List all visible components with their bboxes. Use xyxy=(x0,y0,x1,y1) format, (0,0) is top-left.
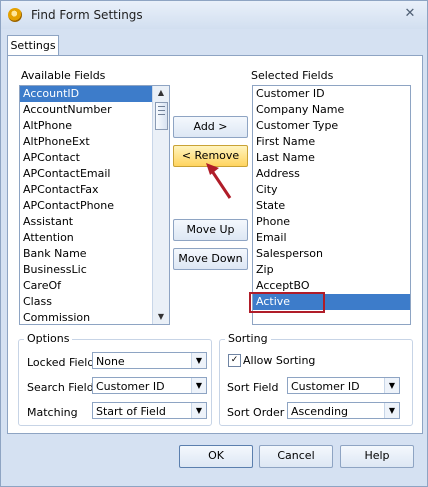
list-item[interactable]: AltPhone xyxy=(20,118,169,134)
list-item[interactable]: Customer Type xyxy=(253,118,410,134)
annotation-highlight-box xyxy=(249,292,325,313)
move-up-button[interactable]: Move Up xyxy=(173,219,248,241)
list-item[interactable]: BusinessLic xyxy=(20,262,169,278)
list-item[interactable]: First Name xyxy=(253,134,410,150)
selected-fields-label: Selected Fields xyxy=(251,69,334,82)
selected-fields-list[interactable]: Customer ID Company Name Customer Type Firs… xyxy=(252,85,411,325)
list-item[interactable]: APContactFax xyxy=(20,182,169,198)
allow-sorting-checkbox[interactable]: ✓ xyxy=(228,354,241,367)
search-field-value: Customer ID xyxy=(96,380,165,393)
list-item[interactable]: Customer ID xyxy=(253,86,410,102)
list-item[interactable]: Attention xyxy=(20,230,169,246)
available-fields-list[interactable]: AccountID AccountNumber AltPhone AltPhoneEx… xyxy=(19,85,170,325)
list-item[interactable]: APContactPhone xyxy=(20,198,169,214)
matching-value: Start of Field xyxy=(96,405,166,418)
tab-settings[interactable]: Settings xyxy=(7,35,59,56)
chevron-down-icon[interactable]: ▼ xyxy=(384,378,399,393)
sort-order-select[interactable]: Ascending ▼ xyxy=(287,402,400,419)
list-item[interactable]: Phone xyxy=(253,214,410,230)
search-field-label: Search Field xyxy=(27,381,94,394)
sort-field-value: Customer ID xyxy=(291,380,360,393)
scroll-up-icon[interactable]: ▲ xyxy=(153,86,169,100)
list-item[interactable]: Email xyxy=(253,230,410,246)
list-item[interactable]: Salesperson xyxy=(253,246,410,262)
settings-panel: Available Fields Selected Fields Account… xyxy=(7,55,423,434)
close-icon[interactable]: ✕ xyxy=(399,5,421,23)
sort-field-select[interactable]: Customer ID ▼ xyxy=(287,377,400,394)
sort-order-value: Ascending xyxy=(291,405,349,418)
add-button[interactable]: Add > xyxy=(173,116,248,138)
list-item[interactable]: Commission xyxy=(20,310,169,324)
matching-label: Matching xyxy=(27,406,78,419)
chevron-down-icon[interactable]: ▼ xyxy=(191,378,206,393)
sorting-title: Sorting xyxy=(225,332,271,345)
find-form-settings-window: Find Form Settings ✕ Settings Available … xyxy=(0,0,428,487)
options-title: Options xyxy=(24,332,73,345)
scroll-thumb[interactable] xyxy=(155,102,168,130)
chevron-down-icon[interactable]: ▼ xyxy=(191,353,206,368)
locked-field-label: Locked Field xyxy=(27,356,95,369)
list-item[interactable]: APContact xyxy=(20,150,169,166)
app-icon xyxy=(8,8,22,22)
locked-field-select[interactable]: None ▼ xyxy=(92,352,207,369)
list-item[interactable]: CareOf xyxy=(20,278,169,294)
available-fields-label: Available Fields xyxy=(21,69,106,82)
chevron-down-icon[interactable]: ▼ xyxy=(384,403,399,418)
move-down-button[interactable]: Move Down xyxy=(173,248,248,270)
chevron-down-icon[interactable]: ▼ xyxy=(191,403,206,418)
allow-sorting-label: Allow Sorting xyxy=(243,354,316,367)
list-item[interactable]: Address xyxy=(253,166,410,182)
list-item[interactable]: AltPhoneExt xyxy=(20,134,169,150)
list-item[interactable]: Zip xyxy=(253,262,410,278)
window-title: Find Form Settings xyxy=(31,8,143,22)
list-item[interactable]: State xyxy=(253,198,410,214)
list-item[interactable]: Class xyxy=(20,294,169,310)
cancel-button[interactable]: Cancel xyxy=(259,445,333,468)
list-item[interactable]: Company Name xyxy=(253,102,410,118)
scroll-down-icon[interactable]: ▼ xyxy=(153,310,169,324)
title-bar: Find Form Settings ✕ xyxy=(1,1,427,29)
list-item[interactable]: City xyxy=(253,182,410,198)
sort-order-label: Sort Order xyxy=(227,406,285,419)
list-item[interactable]: Last Name xyxy=(253,150,410,166)
list-item[interactable]: Bank Name xyxy=(20,246,169,262)
ok-button[interactable]: OK xyxy=(179,445,253,468)
locked-field-value: None xyxy=(96,355,125,368)
annotation-arrow-icon xyxy=(206,163,232,199)
help-button[interactable]: Help xyxy=(340,445,414,468)
available-scrollbar[interactable]: ▲ ▼ xyxy=(152,86,169,324)
search-field-select[interactable]: Customer ID ▼ xyxy=(92,377,207,394)
sort-field-label: Sort Field xyxy=(227,381,279,394)
list-item[interactable]: AccountID xyxy=(20,86,169,102)
list-item[interactable]: APContactEmail xyxy=(20,166,169,182)
list-item[interactable]: Assistant xyxy=(20,214,169,230)
matching-select[interactable]: Start of Field ▼ xyxy=(92,402,207,419)
list-item[interactable]: AccountNumber xyxy=(20,102,169,118)
